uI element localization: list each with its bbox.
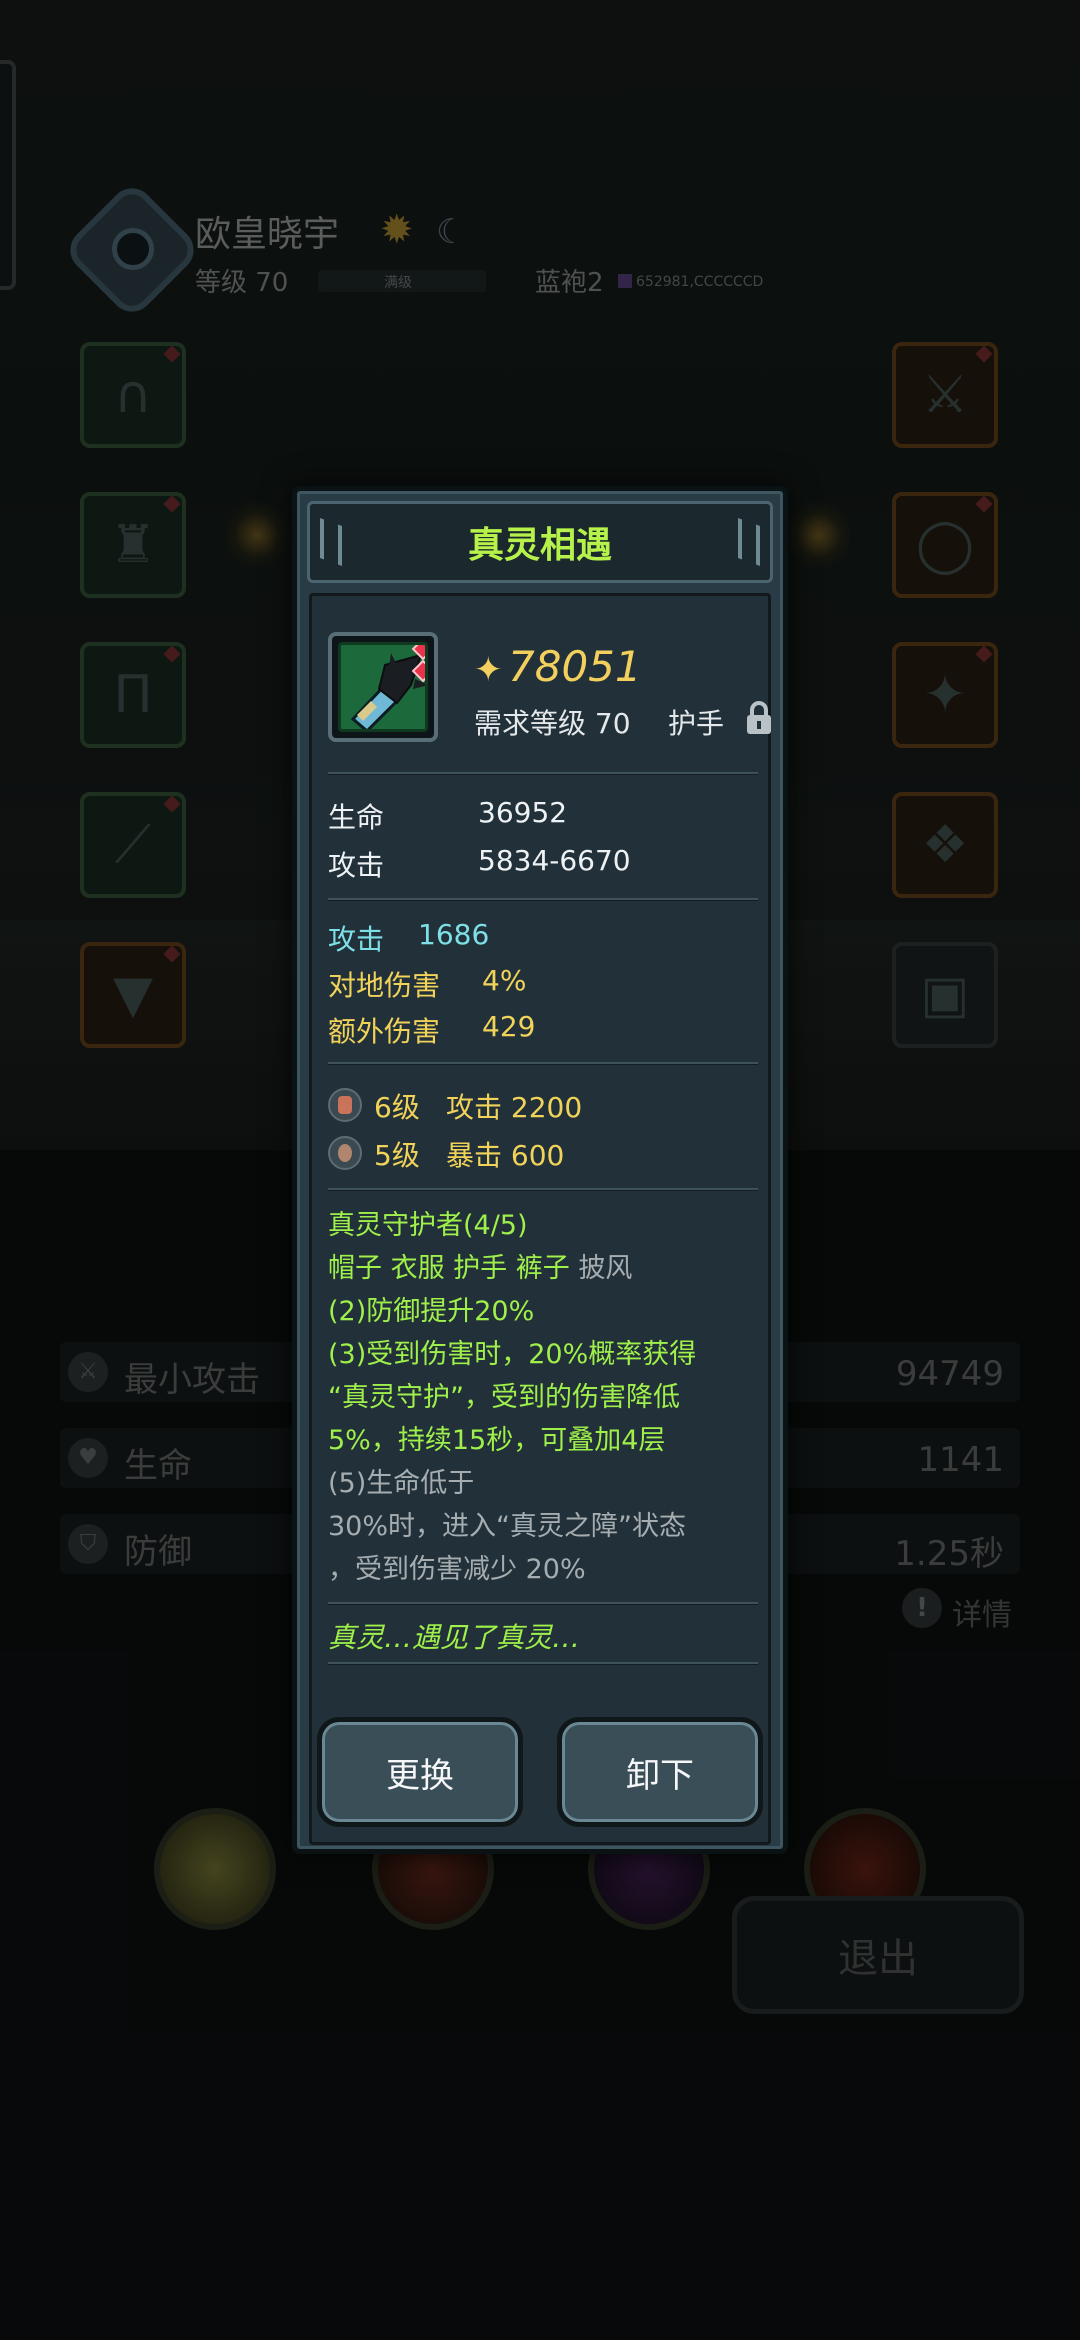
equipment-screen: 欧皇晓宇 ✹ ☾ 等级 70 满级 蓝袍2 652981,CCCCCCD ∩ ♜… <box>0 0 1080 2340</box>
base-stat-attack: 攻击 5834-6670 <box>328 844 631 884</box>
stat-label: 攻击 <box>328 923 385 956</box>
replace-button[interactable]: 更换 <box>317 1717 523 1827</box>
gem-level: 5级 <box>374 1139 420 1172</box>
set-pieces: 帽子 衣服 护手 裤子 披风 <box>328 1247 764 1290</box>
header-ornament-right <box>738 517 760 567</box>
set-pieces-inactive: 披风 <box>578 1253 633 1284</box>
gem-effect: 攻击 2200 <box>446 1091 583 1124</box>
bonus-stat-ground-damage: 对地伤害 4% <box>328 964 526 1004</box>
base-stat-hp: 生命 36952 <box>328 796 567 836</box>
gauntlet-item-icon <box>328 632 438 742</box>
stat-value: 4% <box>482 964 527 997</box>
flavor-text: 真灵…遇见了真灵… <box>328 1621 581 1654</box>
dialog-header: 真灵相遇 <box>307 501 773 583</box>
gem-effect: 暴击 600 <box>446 1139 565 1172</box>
stat-value: 36952 <box>478 796 568 829</box>
set-pieces-active: 帽子 衣服 护手 裤子 <box>328 1253 570 1284</box>
divider <box>328 1188 758 1191</box>
combat-power: 78051 <box>508 642 642 691</box>
stat-value: 5834-6670 <box>478 844 631 877</box>
divider <box>328 898 758 901</box>
power-icon: ✦ <box>474 650 503 690</box>
dialog-body: ✦ 78051 需求等级 70 护手 生命 36952 攻击 5834-6670 <box>309 593 771 1845</box>
item-detail-dialog: 真灵相遇 ✦ 78051 需求等级 70 护手 生命 36952 攻击 5834… <box>292 486 788 1854</box>
set-bonus-5-line3: ，受到伤害减少 20% <box>328 1554 586 1585</box>
set-bonus-5-line2: 30%时，进入“真灵之障”状态 <box>328 1511 686 1542</box>
required-level: 需求等级 70 <box>474 707 631 740</box>
stat-value: 1686 <box>418 918 490 951</box>
set-bonus-3-line1: (3)受到伤害时，20%概率获得 <box>328 1339 697 1370</box>
lock-icon[interactable] <box>744 700 774 736</box>
item-slot-type: 护手 <box>668 707 725 740</box>
unequip-button[interactable]: 卸下 <box>557 1717 763 1827</box>
bonus-stat-extra-damage: 额外伤害 429 <box>328 1010 535 1050</box>
gem-row-2: 5级 暴击 600 <box>374 1134 564 1174</box>
gem-level: 6级 <box>374 1091 420 1124</box>
set-bonus-3-line2: “真灵守护”，受到的伤害降低 <box>328 1382 680 1413</box>
stat-value: 429 <box>482 1010 536 1043</box>
divider <box>328 1662 758 1665</box>
gem-row-1: 6级 攻击 2200 <box>374 1086 582 1126</box>
stat-label: 生命 <box>328 801 385 834</box>
bonus-stat-attack: 攻击 1686 <box>328 918 489 958</box>
set-bonus-5-line1: (5)生命低于 <box>328 1468 475 1499</box>
crit-gem-icon <box>328 1136 362 1170</box>
divider <box>328 1062 758 1065</box>
attack-gem-icon <box>328 1088 362 1122</box>
set-name: 真灵守护者(4/5) <box>328 1210 528 1241</box>
stat-label: 攻击 <box>328 849 385 882</box>
divider <box>328 1602 758 1605</box>
set-bonus-2: (2)防御提升20% <box>328 1296 535 1327</box>
stat-label: 额外伤害 <box>328 1015 441 1048</box>
gauntlet-icon <box>350 653 425 729</box>
header-ornament-left <box>320 517 342 567</box>
stat-label: 对地伤害 <box>328 969 441 1002</box>
set-bonus-3-line3: 5%，持续15秒，可叠加4层 <box>328 1425 666 1456</box>
divider <box>328 772 758 775</box>
set-bonus-block: 真灵守护者(4/5) 帽子 衣服 护手 裤子 披风 (2)防御提升20% (3)… <box>328 1204 764 1591</box>
dialog-title: 真灵相遇 <box>467 525 612 566</box>
